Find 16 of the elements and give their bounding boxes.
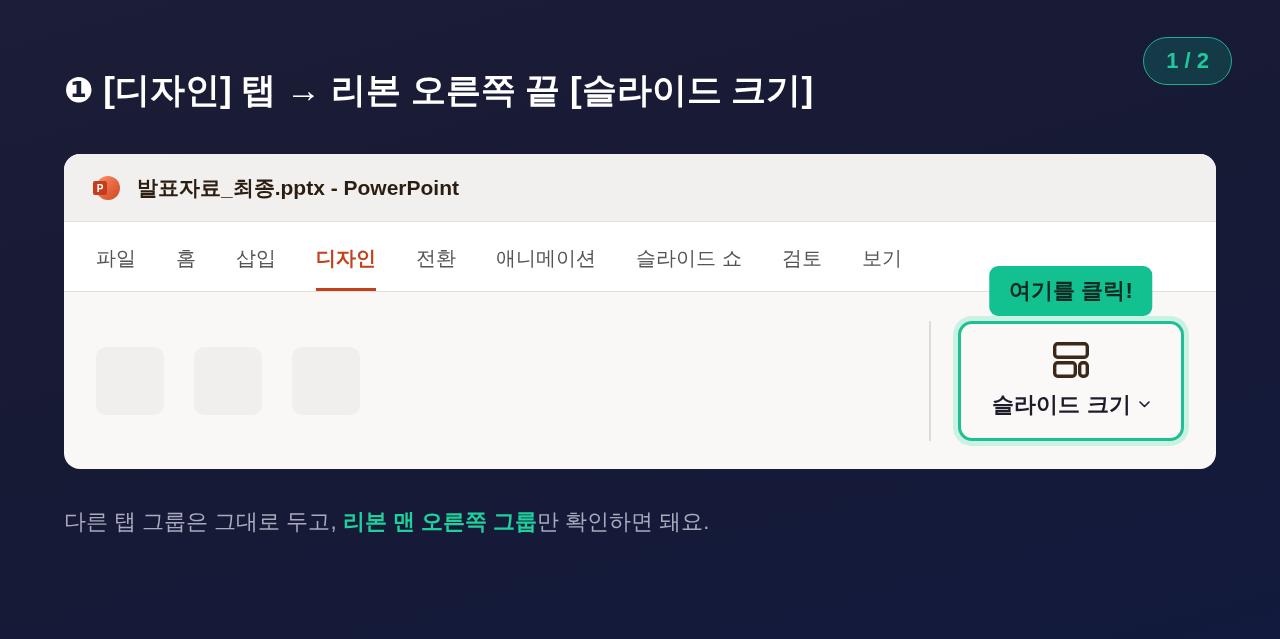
callout-label: 여기를 클릭! <box>989 265 1153 316</box>
layout-icon <box>1053 341 1089 378</box>
ribbon-tab[interactable]: 삽입 <box>236 222 276 291</box>
chevron-down-icon <box>1138 401 1150 408</box>
caption-text: 다른 탭 그룹은 그대로 두고, 리본 맨 오른쪽 그룹만 확인하면 돼요. <box>64 508 711 536</box>
ribbon-tab[interactable]: 홈 <box>176 222 196 291</box>
page-indicator: 1 / 2 <box>1143 37 1232 85</box>
ribbon-tab[interactable]: 디자인 <box>316 222 376 291</box>
step-title: ❶ [디자인] 탭 → 리본 오른쪽 끝 [슬라이드 크기] <box>64 69 814 111</box>
ribbon-tab[interactable]: 전환 <box>416 222 456 291</box>
window-title: 발표자료_최종.pptx - PowerPoint <box>137 174 459 201</box>
ribbon-tab[interactable]: 보기 <box>861 222 902 291</box>
ribbon-tab[interactable]: 파일 <box>96 222 136 291</box>
ribbon-tab[interactable]: 슬라이드 쇼 <box>636 222 742 291</box>
ribbon-tab[interactable]: 애니메이션 <box>496 222 596 291</box>
ribbon-tab[interactable]: 검토 <box>781 222 822 291</box>
